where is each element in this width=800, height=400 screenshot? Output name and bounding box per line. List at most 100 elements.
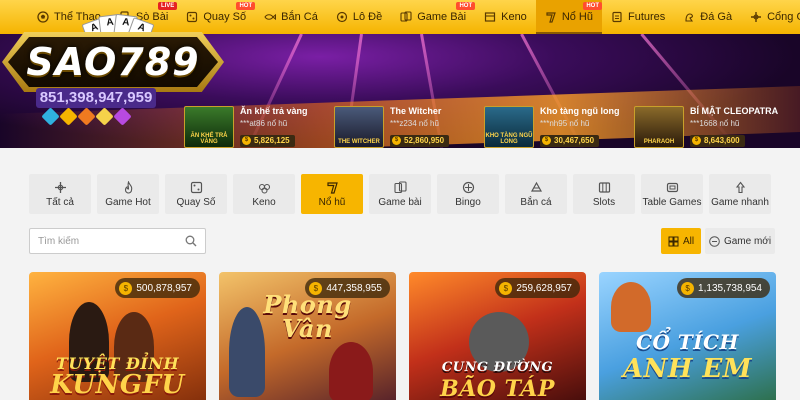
sort-new-label: Game mới — [723, 235, 772, 247]
jackpot-pill: $259,628,957 — [495, 278, 580, 298]
nav-item-game-bai[interactable]: Game Bài HOT — [391, 0, 476, 34]
filter-label: Table Games — [642, 196, 702, 208]
jackpot-pill: $1,135,738,954 — [677, 278, 770, 298]
filter-tat-ca[interactable]: Tất cả — [29, 174, 91, 214]
promo-item[interactable]: KHO TÀNG NGŨ LONG Kho tàng ngũ long ***n… — [484, 106, 624, 148]
promo-item[interactable]: PHARAOH BÍ MẬT CLEOPATRA ***1668 nổ hũ $… — [634, 106, 779, 148]
filter-no-hu[interactable]: Nổ hũ — [301, 174, 363, 214]
gem-icon — [77, 107, 96, 126]
new-badge-icon — [709, 235, 720, 247]
gem-icon — [113, 107, 132, 126]
filter-slots[interactable]: Slots — [573, 174, 635, 214]
grid-icon — [54, 181, 66, 193]
game-title: Vân — [282, 314, 333, 343]
character-art — [329, 342, 373, 400]
lightning-icon — [735, 181, 745, 193]
filter-label: Nổ hũ — [318, 196, 346, 208]
jackpot-value: 259,628,957 — [516, 282, 572, 294]
filter-game-hot[interactable]: Game Hot — [97, 174, 159, 214]
coin-icon: $ — [392, 136, 401, 145]
hot-badge: HOT — [583, 2, 602, 10]
promo-title: Ăn khế trả vàng — [240, 106, 308, 116]
nav-label: Cổng Game — [767, 11, 800, 23]
promo-user: ***z234 nổ hũ — [390, 119, 439, 128]
filter-label: Bắn cá — [520, 196, 552, 208]
game-title: KUNGFU — [50, 370, 185, 400]
filter-label: Quay Số — [176, 196, 216, 208]
promo-info: BÍ MẬT CLEOPATRA ***1668 nổ hũ $8,643,60… — [690, 106, 779, 148]
filter-label: Slots — [592, 196, 616, 208]
filter-keno[interactable]: Keno — [233, 174, 295, 214]
promo-thumbnail: KHO TÀNG NGŨ LONG — [484, 106, 534, 148]
promo-amount-value: 8,643,600 — [704, 136, 740, 145]
grid-icon — [668, 236, 679, 246]
nav-item-cong-game[interactable]: Cổng Game — [741, 0, 800, 34]
promo-thumb-label: KHO TÀNG NGŨ LONG — [485, 133, 533, 145]
keno-icon — [485, 12, 496, 22]
coin-icon: $ — [542, 136, 551, 145]
filter-label: Game nhanh — [711, 196, 769, 208]
gem-icon — [41, 107, 60, 126]
gem-row — [41, 107, 134, 126]
promo-item[interactable]: THE WITCHER The Witcher ***z234 nổ hũ $5… — [334, 106, 474, 148]
filter-table-games[interactable]: Table Games — [641, 174, 703, 214]
game-card-co-tich-anh-em[interactable]: $1,135,738,954 CỔ TÍCH ANH EM — [599, 272, 776, 400]
coin-icon: $ — [499, 281, 513, 295]
coin-icon: $ — [119, 281, 133, 295]
promo-amount-value: 52,860,950 — [404, 136, 445, 145]
promo-thumb-label: PHARAOH — [643, 139, 675, 145]
hot-badge: HOT — [236, 2, 256, 10]
promo-user: ***at86 nổ hũ — [240, 119, 288, 128]
rooster-icon — [685, 13, 694, 22]
filter-game-nhanh[interactable]: Game nhanh — [709, 174, 771, 214]
coin-icon: $ — [681, 281, 695, 295]
character-art — [611, 282, 651, 332]
promo-title: BÍ MẬT CLEOPATRA — [690, 106, 779, 116]
nav-label: Nổ Hũ — [561, 11, 593, 23]
promo-info: Ăn khế trả vàng ***at86 nổ hũ $5,826,125 — [240, 106, 324, 148]
filter-label: Keno — [252, 196, 276, 208]
sort-new-button[interactable]: Game mới — [705, 228, 775, 254]
game-title: BÃO TÁP — [440, 376, 555, 400]
search-input[interactable] — [38, 235, 185, 247]
sort-all-label: All — [682, 235, 695, 247]
slot-icon — [326, 181, 338, 194]
nav-item-lo-de[interactable]: Lô Đề — [327, 0, 391, 34]
category-filters: Tất cả Game Hot Quay Số Keno Nổ hũ Game … — [29, 174, 777, 214]
app-root: Thể Thao Sò Bài LIVE Quay Số HOT Bắn Cá … — [0, 0, 800, 400]
search-box — [29, 228, 206, 254]
search-icon[interactable] — [185, 235, 197, 247]
filter-label: Tất cả — [46, 196, 74, 208]
flame-icon — [124, 180, 132, 193]
gem-icon — [95, 107, 114, 126]
filter-game-bai[interactable]: Game bài — [369, 174, 431, 214]
keno-icon — [258, 183, 270, 194]
game-card-tuyet-dinh-kungfu[interactable]: $500,878,957 TUYỆT ĐỈNH KUNGFU — [29, 272, 206, 400]
nav-label: Game Bài — [417, 11, 467, 23]
filter-bingo[interactable]: Bingo — [437, 174, 499, 214]
promo-amount: $5,826,125 — [240, 134, 295, 147]
promo-amount: $30,467,650 — [540, 134, 600, 147]
nav-item-no-hu[interactable]: Nổ Hũ HOT — [535, 0, 602, 34]
game-card-cung-duong-bao-tap[interactable]: $259,628,957 CUNG ĐƯỜNG BÃO TÁP — [409, 272, 586, 400]
promo-thumb-label: THE WITCHER — [338, 139, 380, 145]
filter-quay-so[interactable]: Quay Số — [165, 174, 227, 214]
gem-icon — [59, 107, 78, 126]
nav-item-ban-ca[interactable]: Bắn Cá — [255, 0, 327, 34]
filter-label: Game Hot — [105, 196, 151, 208]
brand-logo[interactable]: A A A A SAO789 851,398,947,959 — [2, 8, 224, 136]
coin-icon: $ — [692, 136, 701, 145]
nav-item-keno[interactable]: Keno — [475, 0, 536, 34]
nav-item-futures[interactable]: Futures — [602, 0, 674, 34]
coin-icon: $ — [242, 136, 251, 145]
gamepad-icon — [751, 12, 762, 22]
promo-thumbnail: PHARAOH — [634, 106, 684, 148]
filter-ban-ca[interactable]: Bắn cá — [505, 174, 567, 214]
game-card-phong-van[interactable]: $447,358,955 Phong Vân — [219, 272, 396, 400]
card-game-icon — [400, 11, 412, 22]
sort-all-button[interactable]: All — [661, 228, 701, 254]
nav-item-da-ga[interactable]: Đá Gà — [674, 0, 741, 34]
filter-label: Bingo — [455, 196, 481, 208]
promo-title: The Witcher — [390, 106, 442, 116]
jackpot-value: 1,135,738,954 — [698, 282, 762, 294]
